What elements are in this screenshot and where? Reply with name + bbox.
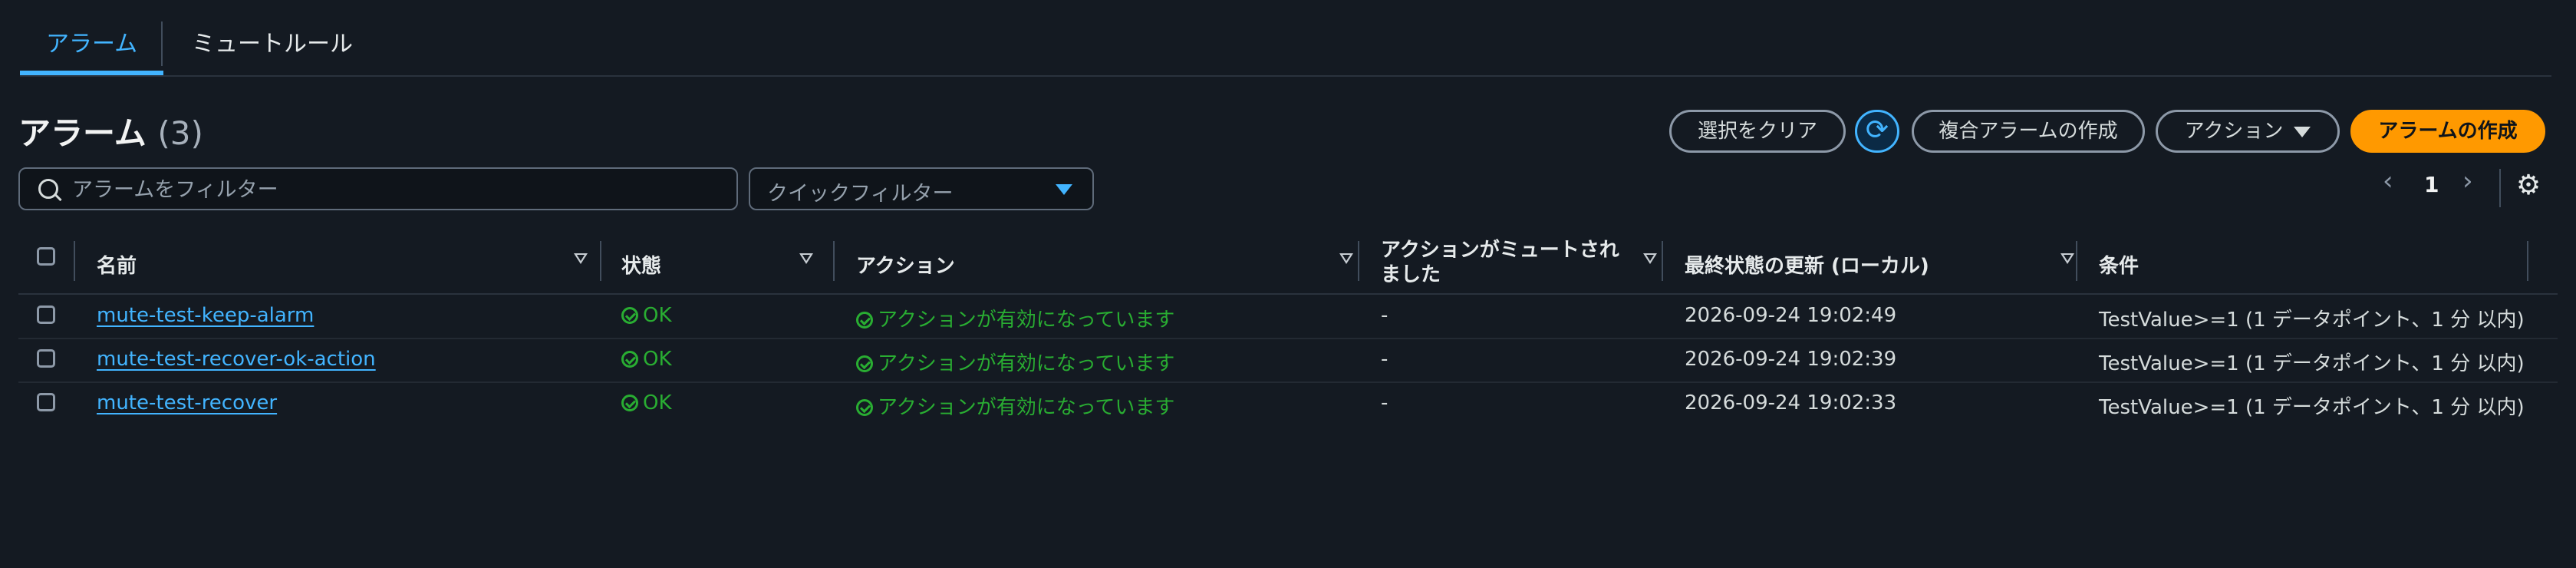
column-divider xyxy=(833,241,835,281)
quick-filter-label: クイックフィルター xyxy=(767,182,954,206)
create-composite-alarm-button[interactable]: 複合アラームの作成 xyxy=(1912,110,2145,153)
ok-status-icon xyxy=(621,307,638,324)
column-header-actions-label: アクション xyxy=(856,255,955,278)
sort-icon xyxy=(1643,253,1657,264)
state-cell: OK xyxy=(621,391,672,414)
chevron-left-icon[interactable]: ‹ xyxy=(2383,166,2393,212)
actions-dropdown-label: アクション xyxy=(2184,120,2284,143)
select-all-checkbox[interactable] xyxy=(37,247,55,266)
column-header-last-update-label: 最終状態の更新 (ローカル) xyxy=(1685,255,1929,278)
condition-cell: TestValue>=1 (1 データポイント、1 分 以内) xyxy=(2099,396,2525,419)
caret-down-icon xyxy=(1056,184,1072,195)
actions-cell: アクションが有効になっています xyxy=(856,391,1174,420)
last-update-cell: 2026-09-24 19:02:39 xyxy=(1685,348,1897,371)
tab-alarms[interactable]: アラーム xyxy=(20,0,164,75)
ok-status-icon xyxy=(856,399,873,416)
quick-filter-select[interactable]: クイックフィルター xyxy=(749,167,1094,210)
row-checkbox[interactable] xyxy=(37,305,55,324)
condition-cell: TestValue>=1 (1 データポイント、1 分 以内) xyxy=(2099,309,2525,332)
search-input[interactable] xyxy=(71,169,718,210)
page-title: アラーム (3) xyxy=(18,107,203,154)
gear-icon[interactable]: ⚙ xyxy=(2515,172,2542,200)
actions-cell: アクションが有効になっています xyxy=(856,348,1174,376)
column-divider xyxy=(1358,241,1359,281)
pagination-divider xyxy=(2499,169,2501,207)
alarm-name-link[interactable]: mute-test-recover xyxy=(97,391,277,414)
condition-cell: TestValue>=1 (1 データポイント、1 分 以内) xyxy=(2099,352,2525,375)
ok-status-icon xyxy=(856,312,873,329)
muted-cell: - xyxy=(1381,304,1388,327)
column-divider xyxy=(2076,241,2077,281)
refresh-icon: ⟳ xyxy=(1865,114,1889,146)
alarm-name-link[interactable]: mute-test-keep-alarm xyxy=(97,304,314,327)
column-header-state-label: 状態 xyxy=(621,255,662,278)
row-checkbox[interactable] xyxy=(37,349,55,368)
row-checkbox[interactable] xyxy=(37,393,55,411)
state-cell: OK xyxy=(621,304,672,327)
search-box xyxy=(18,167,738,210)
sort-icon xyxy=(1339,253,1353,264)
actions-dropdown[interactable]: アクション xyxy=(2156,110,2340,153)
page-number[interactable]: 1 xyxy=(2424,172,2439,218)
last-update-cell: 2026-09-24 19:02:49 xyxy=(1685,304,1897,327)
ok-status-icon xyxy=(856,355,873,372)
tab-divider xyxy=(161,21,163,66)
table-row[interactable]: mute-test-recover OK アクションが有効になっています - 2… xyxy=(18,382,2558,425)
last-update-cell: 2026-09-24 19:02:33 xyxy=(1685,391,1897,414)
column-header-muted-label: アクションがミュートされ ました xyxy=(1381,239,1619,286)
clear-selection-button[interactable]: 選択をクリア xyxy=(1669,110,1846,153)
chevron-right-icon[interactable]: › xyxy=(2462,166,2473,212)
create-alarm-button[interactable]: アラームの作成 xyxy=(2350,110,2545,153)
column-header-state[interactable]: 状態 xyxy=(621,235,844,293)
table-row[interactable]: mute-test-keep-alarm OK アクションが有効になっています … xyxy=(18,295,2558,339)
state-cell: OK xyxy=(621,348,672,371)
column-header-condition[interactable]: 条件 xyxy=(2099,235,2528,293)
tab-bar: アラーム ミュートルール xyxy=(20,0,2551,77)
sort-icon xyxy=(574,253,588,264)
column-divider xyxy=(1662,241,1663,281)
page-title-text: アラーム xyxy=(18,114,147,152)
column-divider xyxy=(600,241,601,281)
muted-cell: - xyxy=(1381,391,1388,414)
refresh-button[interactable]: ⟳ xyxy=(1855,110,1899,153)
column-header-actions[interactable]: アクション xyxy=(856,235,1378,293)
muted-cell: - xyxy=(1381,348,1388,371)
alarm-count: (3) xyxy=(157,114,203,152)
table-row[interactable]: mute-test-recover-ok-action OK アクションが有効に… xyxy=(18,338,2558,383)
column-header-condition-label: 条件 xyxy=(2099,255,2140,278)
sort-icon xyxy=(799,253,813,264)
tab-mute-rules[interactable]: ミュートルール xyxy=(166,0,379,74)
ok-status-icon xyxy=(621,395,638,411)
search-icon xyxy=(38,179,58,199)
alarm-name-link[interactable]: mute-test-recover-ok-action xyxy=(97,348,376,371)
actions-cell: アクションが有効になっています xyxy=(856,304,1174,332)
column-header-last-update[interactable]: 最終状態の更新 (ローカル) xyxy=(1685,235,2099,293)
caret-down-icon xyxy=(2294,126,2311,137)
table-header: 名前 状態 アクション アクションがミュートされ ました 最終状態の更新 (ローカ… xyxy=(18,235,2558,295)
column-header-name[interactable]: 名前 xyxy=(97,235,603,293)
ok-status-icon xyxy=(621,351,638,368)
column-header-muted[interactable]: アクションがミュートされ ました xyxy=(1381,235,1672,293)
column-divider xyxy=(74,241,75,281)
column-header-name-label: 名前 xyxy=(97,255,137,278)
column-divider xyxy=(2527,241,2528,281)
sort-icon xyxy=(2060,253,2074,264)
